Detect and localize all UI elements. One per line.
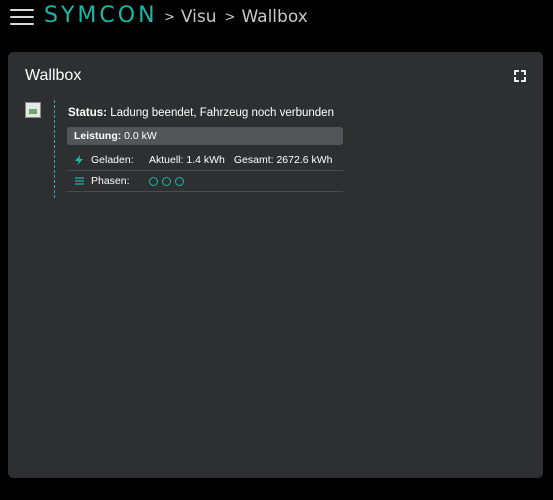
wallbox-card: Wallbox Status: Ladung beendet, Fahrzeug…: [8, 52, 543, 478]
list-icon: [67, 177, 91, 185]
charged-row: Geladen: Aktuell: 1.4 kWh Gesamt: 2672.6…: [67, 150, 343, 171]
phase-3-indicator: [175, 176, 184, 186]
expand-icon[interactable]: [514, 70, 526, 82]
breadcrumb-item-visu[interactable]: Visu: [181, 7, 217, 27]
breadcrumb: > Visu > Wallbox: [164, 7, 316, 27]
phases-label: Phasen:: [91, 175, 130, 187]
power-field: Leistung: 0.0 kW: [67, 127, 343, 145]
card-title: Wallbox: [25, 67, 82, 84]
charged-total: Gesamt: 2672.6 kWh: [233, 154, 333, 166]
power-value: 0.0 kW: [124, 130, 157, 142]
power-label: Leistung:: [74, 130, 122, 142]
top-bar: SYMCON > Visu > Wallbox: [0, 0, 553, 40]
phase-1-indicator: [149, 176, 158, 186]
chevron-right-icon: >: [224, 9, 236, 25]
status-label: Status:: [68, 107, 107, 119]
lightning-icon: [67, 155, 91, 165]
broken-image-icon: [25, 102, 41, 118]
phase-indicators: [149, 176, 184, 186]
divider: [54, 100, 55, 198]
charged-label: Geladen:: [91, 154, 134, 166]
status-line: Status: Ladung beendet, Fahrzeug noch ve…: [68, 107, 334, 119]
symcon-logo[interactable]: SYMCON: [44, 3, 158, 28]
chevron-right-icon: >: [164, 9, 175, 25]
breadcrumb-item-wallbox[interactable]: Wallbox: [241, 7, 307, 27]
phase-2-indicator: [162, 176, 171, 186]
status-value: Ladung beendet, Fahrzeug noch verbunden: [110, 107, 334, 119]
menu-icon[interactable]: [10, 9, 34, 27]
charged-current: Aktuell: 1.4 kWh: [149, 154, 225, 166]
phases-row: Phasen:: [67, 171, 343, 192]
